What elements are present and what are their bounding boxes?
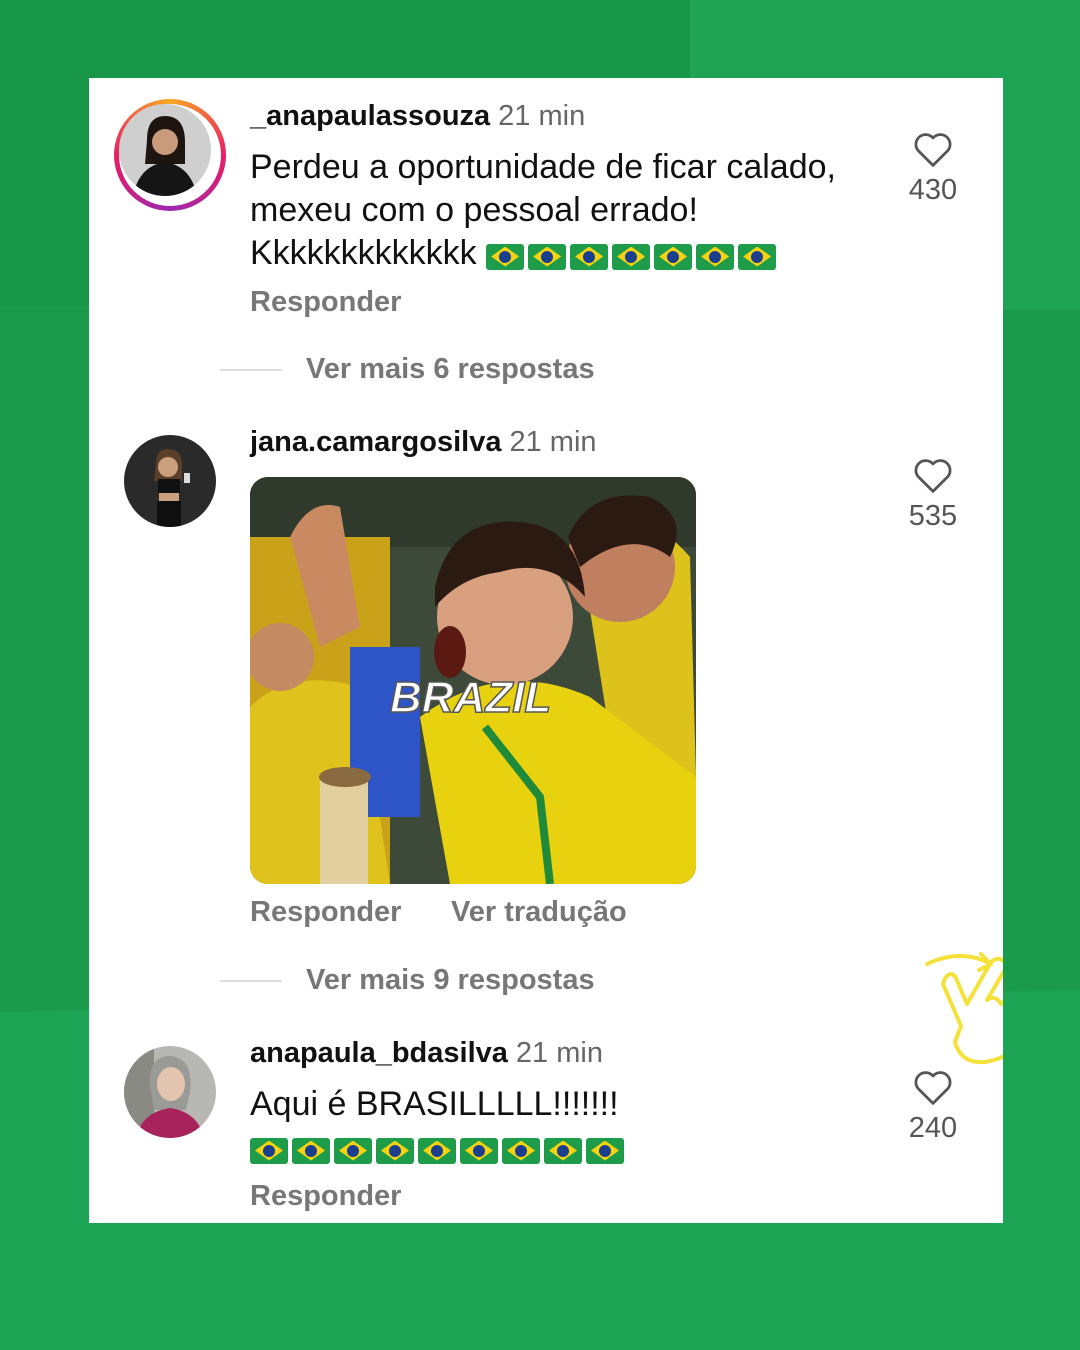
brazil-flag-emoji bbox=[654, 243, 693, 270]
view-more-replies-button[interactable]: Ver mais 9 respostas bbox=[220, 964, 595, 997]
timestamp: 21 min bbox=[515, 1037, 603, 1069]
timestamp: 21 min bbox=[498, 100, 586, 132]
comment-item: anapaula_bdasilva 21 min Aqui é BRASILLLL… bbox=[89, 1018, 1003, 1223]
brazil-flag-emoji bbox=[612, 243, 651, 270]
like-button[interactable]: 535 bbox=[889, 456, 977, 533]
like-count: 535 bbox=[908, 500, 958, 532]
brazil-flag-emoji bbox=[738, 243, 777, 270]
view-more-label: Ver mais 6 respostas bbox=[306, 353, 595, 385]
brazil-flag-emoji bbox=[528, 243, 567, 270]
like-button[interactable]: 430 bbox=[889, 130, 977, 207]
comment-item: _anapaulassouza 21 min Perdeu a oportunid… bbox=[89, 78, 1003, 398]
timestamp: 21 min bbox=[509, 426, 597, 458]
comment-text: Perdeu a oportunidade de ficar calado, m… bbox=[250, 146, 870, 277]
username[interactable]: anapaula_bdasilva bbox=[250, 1037, 508, 1069]
comment-text: Aqui é BRASILLLLL!!!!!!! bbox=[250, 1083, 870, 1171]
brazil-flag-emoji bbox=[544, 1137, 582, 1164]
divider-line bbox=[220, 980, 282, 983]
translate-button[interactable]: Ver tradução bbox=[451, 896, 627, 929]
comments-card: _anapaulassouza 21 min Perdeu a oportunid… bbox=[89, 78, 1003, 1223]
brazil-flag-emoji bbox=[292, 1137, 330, 1164]
username[interactable]: jana.camargosilva bbox=[250, 426, 501, 458]
gif-caption: BRAZIL bbox=[390, 673, 551, 722]
view-more-label: Ver mais 9 respostas bbox=[306, 964, 595, 996]
gif-image[interactable]: BRAZIL bbox=[250, 477, 696, 884]
like-button[interactable]: 240 bbox=[889, 1068, 977, 1145]
avatar bbox=[119, 104, 211, 196]
avatar[interactable] bbox=[124, 435, 216, 527]
comment-text-content: Aqui é BRASILLLLL!!!!!!! bbox=[250, 1085, 619, 1123]
brazil-flag-emoji bbox=[486, 243, 525, 270]
reply-button[interactable]: Responder bbox=[250, 896, 401, 929]
like-count: 240 bbox=[908, 1112, 958, 1144]
brazil-flag-emoji-row bbox=[486, 234, 780, 277]
brazil-flag-emoji bbox=[250, 1137, 288, 1164]
reply-button[interactable]: Responder bbox=[250, 1180, 401, 1213]
brazil-flag-emoji bbox=[586, 1137, 624, 1164]
brazil-flag-emoji bbox=[502, 1137, 540, 1164]
heart-icon bbox=[914, 133, 952, 167]
heart-icon bbox=[914, 459, 952, 493]
heart-icon bbox=[914, 1071, 952, 1105]
avatar[interactable] bbox=[124, 1046, 216, 1138]
avatar-story-ring[interactable] bbox=[114, 99, 226, 211]
brazil-flag-emoji-row bbox=[250, 1128, 628, 1171]
brazil-flag-emoji bbox=[570, 243, 609, 270]
brazil-flag-emoji bbox=[696, 243, 735, 270]
divider-line bbox=[220, 369, 282, 372]
reply-button[interactable]: Responder bbox=[250, 286, 401, 319]
username[interactable]: _anapaulassouza bbox=[250, 100, 490, 132]
brazil-flag-emoji bbox=[376, 1137, 414, 1164]
like-count: 430 bbox=[908, 174, 958, 206]
brazil-flag-emoji bbox=[418, 1137, 456, 1164]
brazil-flag-emoji bbox=[460, 1137, 498, 1164]
brazil-flag-emoji bbox=[334, 1137, 372, 1164]
view-more-replies-button[interactable]: Ver mais 6 respostas bbox=[220, 353, 595, 386]
